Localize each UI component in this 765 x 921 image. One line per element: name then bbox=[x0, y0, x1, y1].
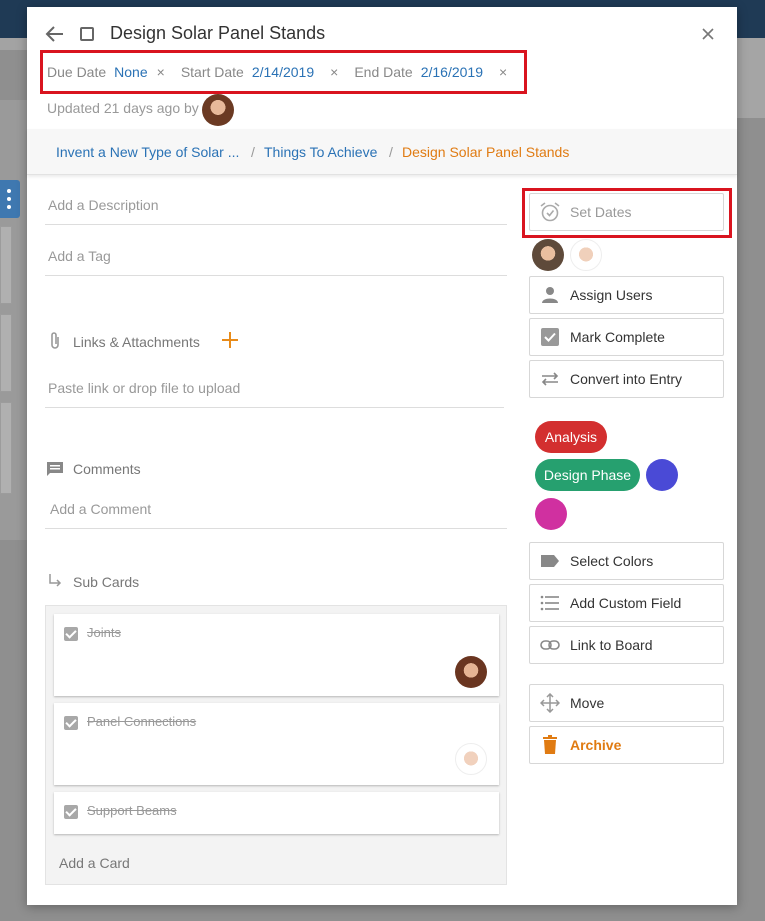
subcard-title: Support Beams bbox=[87, 803, 177, 818]
convert-entry-label: Convert into Entry bbox=[570, 371, 683, 387]
move-button[interactable]: Move bbox=[529, 684, 724, 722]
checkbox-icon bbox=[530, 319, 570, 355]
add-custom-field-label: Add Custom Field bbox=[570, 595, 682, 611]
subcard-title: Joints bbox=[87, 625, 121, 640]
breadcrumb: Invent a New Type of Solar ... / Things … bbox=[27, 129, 737, 175]
add-link-plus-icon[interactable] bbox=[221, 331, 239, 349]
clear-due-date-icon[interactable]: × bbox=[157, 64, 165, 80]
board-card-background bbox=[0, 402, 12, 494]
mark-complete-label: Mark Complete bbox=[570, 329, 665, 345]
updated-text: Updated 21 days ago by bbox=[47, 100, 199, 116]
description-input[interactable]: Add a Description bbox=[45, 191, 507, 225]
link-to-board-button[interactable]: Link to Board bbox=[529, 626, 724, 664]
tag-design-phase[interactable]: Design Phase bbox=[535, 459, 640, 491]
subcard-user-avatar bbox=[455, 656, 487, 688]
board-card-background bbox=[0, 314, 12, 392]
add-card-button[interactable]: Add a Card bbox=[59, 855, 130, 871]
subcards-container: Joints Panel Connections Support Beams A… bbox=[45, 605, 507, 885]
list-icon bbox=[530, 585, 570, 621]
end-date-value[interactable]: 2/16/2019 bbox=[421, 64, 483, 80]
label-tag-icon bbox=[530, 543, 570, 579]
board-right-background bbox=[737, 38, 765, 118]
board-card-background bbox=[0, 226, 12, 304]
subcard-checkbox[interactable] bbox=[64, 627, 78, 641]
set-dates-label: Set Dates bbox=[570, 204, 632, 220]
back-arrow-icon[interactable] bbox=[45, 24, 65, 44]
person-icon bbox=[530, 277, 570, 313]
mark-complete-button[interactable]: Mark Complete bbox=[529, 318, 724, 356]
clear-start-date-icon[interactable]: × bbox=[330, 64, 338, 80]
breadcrumb-separator: / bbox=[389, 144, 393, 160]
breadcrumb-separator: / bbox=[251, 144, 255, 160]
subcard[interactable]: Panel Connections bbox=[54, 703, 499, 785]
assigned-user-avatar[interactable] bbox=[532, 239, 564, 271]
assigned-user-avatar[interactable] bbox=[570, 239, 602, 271]
updater-avatar bbox=[202, 94, 234, 126]
select-colors-label: Select Colors bbox=[570, 553, 654, 569]
subcard[interactable]: Joints bbox=[54, 614, 499, 696]
comments-label: Comments bbox=[73, 461, 141, 477]
card-title[interactable]: Design Solar Panel Stands bbox=[110, 23, 325, 44]
comment-input[interactable]: Add a Comment bbox=[45, 495, 507, 529]
due-date-value[interactable]: None bbox=[114, 64, 147, 80]
tag-analysis[interactable]: Analysis bbox=[535, 421, 607, 453]
subcard-checkbox[interactable] bbox=[64, 805, 78, 819]
start-date-value[interactable]: 2/14/2019 bbox=[252, 64, 314, 80]
subcards-label: Sub Cards bbox=[73, 574, 140, 590]
link-to-board-label: Link to Board bbox=[570, 637, 653, 653]
set-dates-button[interactable]: Set Dates bbox=[529, 193, 724, 231]
clear-end-date-icon[interactable]: × bbox=[499, 64, 507, 80]
archive-button[interactable]: Archive bbox=[529, 726, 724, 764]
move-label: Move bbox=[570, 695, 605, 711]
add-custom-field-button[interactable]: Add Custom Field bbox=[529, 584, 724, 622]
archive-label: Archive bbox=[570, 737, 622, 753]
subcard[interactable]: Support Beams bbox=[54, 792, 499, 834]
link-chain-icon bbox=[530, 627, 570, 663]
subcard-checkbox[interactable] bbox=[64, 716, 78, 730]
subcard-title: Panel Connections bbox=[87, 714, 197, 729]
subcards-arrow-icon bbox=[49, 574, 62, 587]
breadcrumb-list[interactable]: Things To Achieve bbox=[264, 144, 377, 160]
assign-users-label: Assign Users bbox=[570, 287, 653, 303]
swap-arrows-icon bbox=[530, 361, 570, 397]
color-dot-magenta[interactable] bbox=[535, 498, 567, 530]
card-detail-modal: Design Solar Panel Stands Due Date None … bbox=[27, 7, 737, 905]
alarm-clock-icon bbox=[530, 194, 570, 230]
links-attachments-label: Links & Attachments bbox=[73, 334, 200, 350]
due-date-label: Due Date bbox=[47, 64, 107, 80]
close-icon[interactable] bbox=[700, 26, 716, 42]
complete-checkbox[interactable] bbox=[80, 27, 94, 41]
comments-icon bbox=[47, 462, 63, 476]
convert-entry-button[interactable]: Convert into Entry bbox=[529, 360, 724, 398]
column-menu-tab bbox=[0, 180, 20, 218]
color-dot-blue[interactable] bbox=[646, 459, 678, 491]
assign-users-button[interactable]: Assign Users bbox=[529, 276, 724, 314]
tag-input[interactable]: Add a Tag bbox=[45, 242, 507, 276]
card-header: Design Solar Panel Stands Due Date None … bbox=[27, 7, 737, 129]
trash-icon bbox=[530, 727, 570, 763]
start-date-label: Start Date bbox=[180, 64, 244, 80]
breadcrumb-current: Design Solar Panel Stands bbox=[402, 144, 570, 160]
select-colors-button[interactable]: Select Colors bbox=[529, 542, 724, 580]
breadcrumb-board[interactable]: Invent a New Type of Solar ... bbox=[56, 144, 239, 160]
move-arrows-icon bbox=[530, 685, 570, 721]
paperclip-icon bbox=[51, 332, 59, 349]
dates-row: Due Date None × Start Date 2/14/2019 × E… bbox=[47, 64, 523, 80]
end-date-label: End Date bbox=[354, 64, 413, 80]
subcard-user-avatar bbox=[455, 743, 487, 775]
link-upload-input[interactable]: Paste link or drop file to upload bbox=[45, 374, 504, 408]
